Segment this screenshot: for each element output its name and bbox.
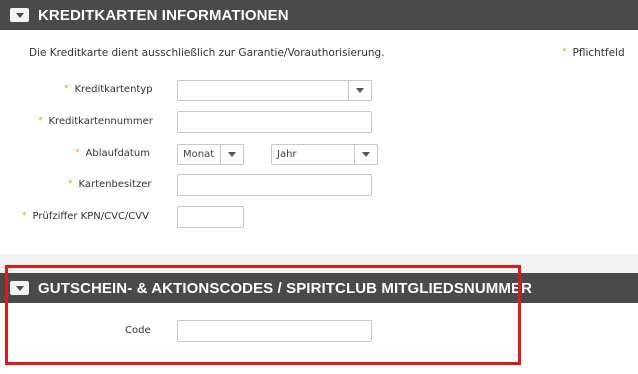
collapse-toggle-button[interactable] [10,281,29,295]
creditcard-section-title: KREDITKARTEN INFORMATIONEN [38,6,289,24]
cvc-label-row: * Prüfziffer KPN/CVC/CVV [22,210,149,223]
required-star-icon: * [22,210,27,221]
expiry-label-row: * Ablaufdatum [75,147,150,160]
required-star-icon: * [75,147,80,158]
expiry-year-value: Jahr [277,149,297,160]
card-number-label-row: * Kreditkartennummer [38,115,153,128]
required-star-icon: * [64,83,69,94]
expiry-year-dropdown-button[interactable] [354,145,377,164]
card-type-dropdown-button[interactable] [348,81,371,100]
required-star-icon: * [562,47,567,57]
required-star-icon: * [68,178,73,189]
card-number-input[interactable] [177,111,372,133]
chevron-down-icon [15,285,24,291]
required-star-icon: * [38,115,43,126]
creditcard-intro-text: Die Kreditkarte dient ausschließlich zur… [29,47,385,59]
expiry-label: Ablaufdatum [85,148,150,159]
code-input[interactable] [177,320,372,342]
card-holder-label: Kartenbesitzer [78,179,152,190]
card-type-label: Kreditkartentyp [74,84,153,95]
code-label: Code [125,325,151,336]
voucher-section-header[interactable]: GUTSCHEIN- & AKTIONSCODES / SPIRITCLUB M… [0,273,638,303]
expiry-year-select[interactable]: Jahr [271,144,378,165]
collapse-toggle-button[interactable] [10,8,29,22]
voucher-section-title: GUTSCHEIN- & AKTIONSCODES / SPIRITCLUB M… [38,279,533,297]
card-number-label: Kreditkartennummer [48,116,153,127]
chevron-down-icon [362,152,370,157]
expiry-month-value: Monat [183,149,215,160]
cvc-label: Prüfziffer KPN/CVC/CVV [32,211,149,222]
expiry-month-select[interactable]: Monat [177,144,244,165]
card-type-label-row: * Kreditkartentyp [64,83,153,96]
chevron-down-icon [228,152,236,157]
required-legend-label: Pflichtfeld [572,47,625,59]
card-type-select-value [178,81,348,100]
card-type-select[interactable] [177,80,372,101]
required-legend: * Pflichtfeld [562,47,625,59]
cvc-input[interactable] [177,206,244,228]
chevron-down-icon [15,12,24,18]
chevron-down-icon [356,88,364,93]
card-holder-label-row: * Kartenbesitzer [68,178,152,191]
expiry-month-dropdown-button[interactable] [220,145,243,164]
card-holder-input[interactable] [177,174,372,196]
creditcard-section-header[interactable]: KREDITKARTEN INFORMATIONEN [0,0,638,30]
